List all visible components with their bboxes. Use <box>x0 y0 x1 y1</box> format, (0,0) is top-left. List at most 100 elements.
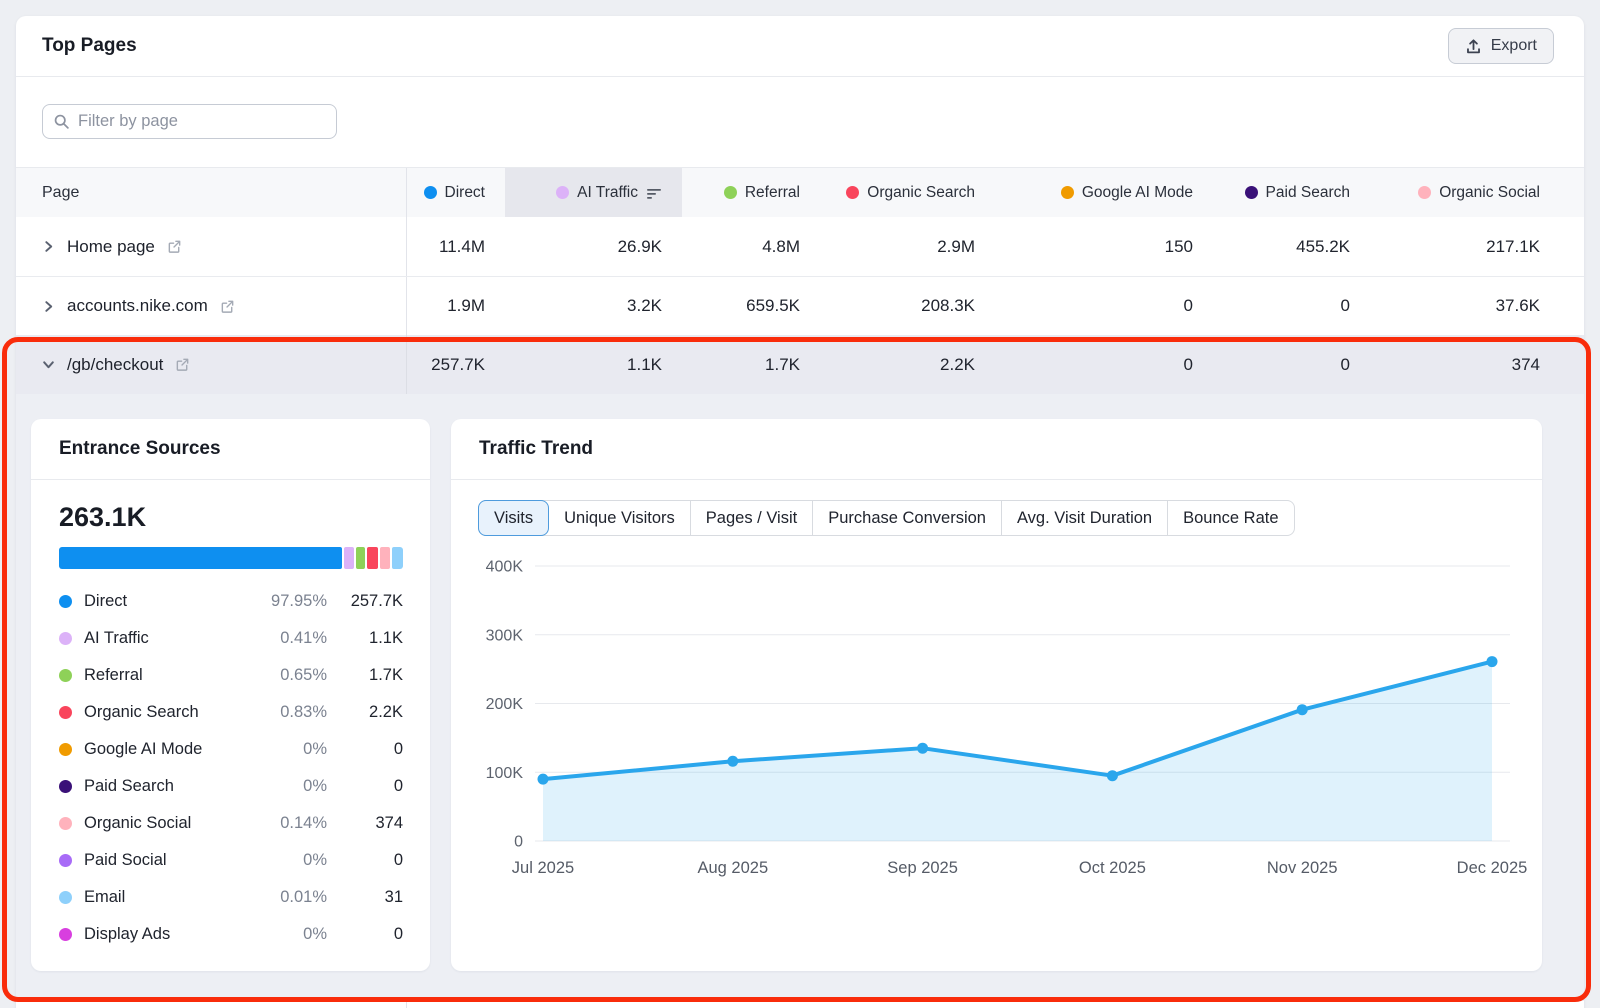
metric-value: 0 <box>995 335 1213 394</box>
source-value: 257.7K <box>327 592 403 611</box>
x-tick-label: Sep 2025 <box>887 859 958 877</box>
channel-header-organic-search[interactable]: Organic Search <box>820 168 995 217</box>
source-label: Referral <box>84 666 251 685</box>
channel-color-dot <box>424 186 437 199</box>
collapse-toggle[interactable] <box>42 358 55 371</box>
metric-value: 1.7K <box>682 335 820 394</box>
metric-value: 257.7K <box>407 335 505 394</box>
open-page-link[interactable] <box>220 299 235 314</box>
expand-toggle[interactable] <box>42 300 55 313</box>
channel-label: Direct <box>445 184 485 202</box>
page-name[interactable]: accounts.nike.com <box>67 296 208 316</box>
table-header-row: Page Direct AI Traffic Referral Organic Sea… <box>16 167 1584 217</box>
metric-value: 2.9M <box>820 217 995 276</box>
source-row: Referral0.65%1.7K <box>59 657 403 694</box>
channel-label: Referral <box>745 184 800 202</box>
metric-value: 37.6K <box>1370 277 1560 335</box>
source-percent: 0.14% <box>251 814 327 833</box>
page-name[interactable]: Home page <box>67 237 155 257</box>
tab-avg-visit-duration[interactable]: Avg. Visit Duration <box>1001 501 1167 535</box>
table-row[interactable]: /gb/checkout257.7K1.1K1.7K2.2K00374 <box>16 335 1584 394</box>
source-row: Paid Social0%0 <box>59 842 403 879</box>
entrance-sources-title: Entrance Sources <box>59 438 221 460</box>
top-pages-card: Top Pages Export Page DirectAI TrafficR <box>16 16 1584 1008</box>
data-point[interactable] <box>538 774 549 785</box>
metric-value: 659.5K <box>682 277 820 335</box>
entrance-sources-panel: Entrance Sources 263.1K Direct97.95%257.… <box>31 419 430 971</box>
channel-header-direct[interactable]: Direct <box>407 168 505 217</box>
filter-zone <box>16 77 1584 167</box>
metric-value: 1.1K <box>505 335 682 394</box>
source-percent: 0.41% <box>251 629 327 648</box>
x-tick-label: Aug 2025 <box>697 859 768 877</box>
source-color-dot <box>59 780 72 793</box>
channel-color-dot <box>1061 186 1074 199</box>
x-tick-label: Nov 2025 <box>1267 859 1338 877</box>
source-label: Google AI Mode <box>84 740 251 759</box>
data-point[interactable] <box>1107 770 1118 781</box>
metric-value: 4.8M <box>682 217 820 276</box>
source-label: Organic Search <box>84 703 251 722</box>
source-color-dot <box>59 854 72 867</box>
bar-segment <box>380 547 391 569</box>
x-tick-label: Dec 2025 <box>1457 859 1528 877</box>
external-link-icon <box>220 299 235 314</box>
source-color-dot <box>59 891 72 904</box>
expand-toggle[interactable] <box>42 240 55 253</box>
y-tick-label: 300K <box>486 627 524 644</box>
filter-input[interactable] <box>78 112 326 131</box>
metric-value: 150 <box>995 217 1213 276</box>
data-point[interactable] <box>1487 656 1498 667</box>
chevron-right-icon <box>42 300 55 313</box>
chevron-down-icon <box>42 358 55 371</box>
channel-header-organic-social[interactable]: Organic Social <box>1370 168 1560 217</box>
source-label: AI Traffic <box>84 629 251 648</box>
page-name[interactable]: /gb/checkout <box>67 355 163 375</box>
source-value: 0 <box>327 851 403 870</box>
source-percent: 0% <box>251 851 327 870</box>
data-point[interactable] <box>1297 704 1308 715</box>
metric-value: 1.9M <box>407 277 505 335</box>
source-label: Paid Social <box>84 851 251 870</box>
channel-color-dot <box>1418 186 1431 199</box>
y-tick-label: 200K <box>486 696 524 713</box>
expanded-row-slot: /gb/checkout257.7K1.1K1.7K2.2K00374 <box>16 335 1584 394</box>
expanded-block: /gb/checkout257.7K1.1K1.7K2.2K00374 Entr… <box>16 335 1584 1001</box>
source-value: 0 <box>327 740 403 759</box>
channel-color-dot <box>1245 186 1258 199</box>
table-row[interactable]: accounts.nike.com1.9M3.2K659.5K208.3K003… <box>16 276 1584 335</box>
page-column-header[interactable]: Page <box>16 168 407 217</box>
traffic-trend-title: Traffic Trend <box>479 438 593 460</box>
channel-header-paid-search[interactable]: Paid Search <box>1213 168 1370 217</box>
open-page-link[interactable] <box>167 239 182 254</box>
channel-header-ai-traffic[interactable]: AI Traffic <box>505 168 682 217</box>
data-point[interactable] <box>727 756 738 767</box>
source-row: Organic Social0.14%374 <box>59 805 403 842</box>
source-row: AI Traffic0.41%1.1K <box>59 620 403 657</box>
source-percent: 0% <box>251 740 327 759</box>
upload-icon <box>1465 38 1482 55</box>
channel-header-referral[interactable]: Referral <box>682 168 820 217</box>
metric-value: 217.1K <box>1370 217 1560 276</box>
source-color-dot <box>59 669 72 682</box>
open-page-link[interactable] <box>175 357 190 372</box>
data-point[interactable] <box>917 743 928 754</box>
source-percent: 0% <box>251 925 327 944</box>
tab-unique-visitors[interactable]: Unique Visitors <box>549 501 690 535</box>
tab-visits[interactable]: Visits <box>478 500 549 536</box>
entrance-stacked-bar <box>59 547 403 569</box>
page-title: Top Pages <box>42 35 137 57</box>
table-row[interactable]: Home page11.4M26.9K4.8M2.9M150455.2K217.… <box>16 217 1584 276</box>
source-value: 1.1K <box>327 629 403 648</box>
channel-header-google-ai-mode[interactable]: Google AI Mode <box>995 168 1213 217</box>
tab-bounce-rate[interactable]: Bounce Rate <box>1167 501 1293 535</box>
metric-value: 455.2K <box>1213 217 1370 276</box>
y-tick-label: 100K <box>486 765 524 782</box>
trend-chart: 0100K200K300K400KJul 2025Aug 2025Sep 202… <box>451 539 1542 899</box>
y-tick-label: 0 <box>514 834 523 851</box>
export-label: Export <box>1491 37 1537 55</box>
tab-pages-visit[interactable]: Pages / Visit <box>690 501 812 535</box>
source-percent: 0.83% <box>251 703 327 722</box>
tab-purchase-conversion[interactable]: Purchase Conversion <box>812 501 1001 535</box>
export-button[interactable]: Export <box>1448 28 1554 64</box>
